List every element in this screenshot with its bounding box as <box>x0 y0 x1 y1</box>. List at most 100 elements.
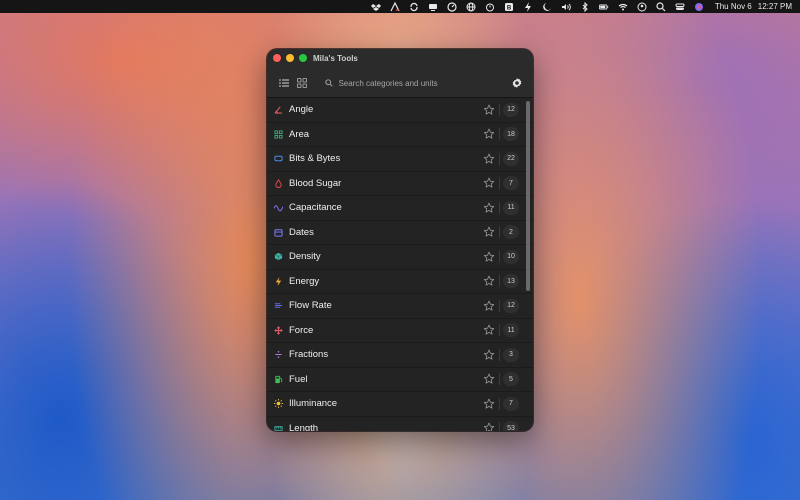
window-controls <box>273 54 307 62</box>
category-row[interactable]: Length 53 <box>267 416 533 431</box>
scrollbar[interactable] <box>526 101 530 291</box>
force-icon <box>273 325 283 335</box>
category-label: Force <box>289 324 314 336</box>
gear-icon <box>512 78 522 88</box>
search-icon[interactable] <box>652 0 671 13</box>
divider <box>499 103 500 116</box>
dropbox-icon[interactable] <box>367 0 386 13</box>
category-row[interactable]: Illuminance 7 <box>267 392 533 417</box>
cast-icon[interactable] <box>424 0 443 13</box>
fraction-icon <box>273 350 283 360</box>
category-row[interactable]: Force 11 <box>267 318 533 343</box>
svg-text:B: B <box>507 5 512 11</box>
menubar-time[interactable]: 12:27 PM <box>758 2 792 11</box>
moon-icon[interactable] <box>538 0 557 13</box>
category-row[interactable]: Flow Rate 12 <box>267 294 533 319</box>
menubar-date[interactable]: Thu Nov 6 <box>715 2 752 11</box>
divider <box>499 299 500 312</box>
menu-bar: B Thu Nov 6 12:27 PM <box>0 0 800 13</box>
app-window: Mila's Tools Angle 12 Area 18 Bits & Byt… <box>267 49 533 431</box>
category-label: Fractions <box>289 349 329 361</box>
grid-view-button[interactable] <box>293 73 311 93</box>
unit-count-badge: 11 <box>503 323 519 338</box>
grid-icon <box>297 78 308 88</box>
unit-count-badge: 53 <box>503 421 519 431</box>
category-row[interactable]: Fractions 3 <box>267 343 533 368</box>
favorite-star-icon[interactable] <box>482 348 496 362</box>
favorite-star-icon[interactable] <box>482 176 496 190</box>
ruler-icon <box>273 423 283 431</box>
category-row[interactable]: Angle 12 <box>267 98 533 123</box>
divider <box>499 275 500 288</box>
category-row[interactable]: Energy 13 <box>267 269 533 294</box>
settings-button[interactable] <box>508 73 525 93</box>
unit-count-badge: 2 <box>503 225 519 240</box>
favorite-star-icon[interactable] <box>482 397 496 411</box>
favorite-star-icon[interactable] <box>482 250 496 264</box>
bluetooth-icon[interactable] <box>576 0 595 13</box>
b-icon[interactable]: B <box>500 0 519 13</box>
timer-icon[interactable] <box>481 0 500 13</box>
flow-icon <box>273 301 283 311</box>
favorite-star-icon[interactable] <box>482 201 496 215</box>
divider <box>499 324 500 337</box>
favorite-star-icon[interactable] <box>482 274 496 288</box>
divider <box>499 152 500 165</box>
unit-count-badge: 18 <box>503 127 519 142</box>
gauge-icon[interactable] <box>443 0 462 13</box>
list-view-button[interactable] <box>275 73 293 93</box>
unit-count-badge: 22 <box>503 151 519 166</box>
favorite-star-icon[interactable] <box>482 421 496 431</box>
siri-icon[interactable] <box>690 0 709 13</box>
divider <box>499 226 500 239</box>
zoom-button[interactable] <box>299 54 307 62</box>
category-label: Blood Sugar <box>289 177 342 189</box>
search-field[interactable] <box>325 74 509 92</box>
favorite-star-icon[interactable] <box>482 323 496 337</box>
minimize-button[interactable] <box>286 54 294 62</box>
favorite-star-icon[interactable] <box>482 299 496 313</box>
category-label: Angle <box>289 104 314 116</box>
divider <box>499 373 500 386</box>
cube-icon <box>273 252 283 262</box>
category-label: Fuel <box>289 373 308 385</box>
favorite-star-icon[interactable] <box>482 152 496 166</box>
unit-count-badge: 12 <box>503 298 519 313</box>
unit-count-badge: 12 <box>503 102 519 117</box>
category-row[interactable]: Density 10 <box>267 245 533 270</box>
category-row[interactable]: Dates 2 <box>267 220 533 245</box>
favorite-star-icon[interactable] <box>482 225 496 239</box>
control-center-icon[interactable] <box>671 0 690 13</box>
divider <box>499 348 500 361</box>
sun-icon <box>273 399 283 409</box>
category-row[interactable]: Capacitance 11 <box>267 196 533 221</box>
globe-icon[interactable] <box>462 0 481 13</box>
category-label: Flow Rate <box>289 300 332 312</box>
user-icon[interactable] <box>633 0 652 13</box>
a-icon[interactable] <box>386 0 405 13</box>
title-bar: Mila's Tools <box>267 49 533 69</box>
category-label: Capacitance <box>289 202 342 214</box>
category-row[interactable]: Area 18 <box>267 122 533 147</box>
battery-icon[interactable] <box>595 0 614 13</box>
close-button[interactable] <box>273 54 281 62</box>
search-input[interactable] <box>338 78 509 88</box>
unit-count-badge: 7 <box>503 396 519 411</box>
toolbar <box>267 69 533 98</box>
category-label: Energy <box>289 275 320 287</box>
cloud-sync-icon[interactable] <box>405 0 424 13</box>
drop-icon <box>273 178 283 188</box>
wifi-icon[interactable] <box>614 0 633 13</box>
favorite-star-icon[interactable] <box>482 103 496 117</box>
calendar-icon <box>273 227 283 237</box>
bolt-icon[interactable] <box>519 0 538 13</box>
category-label: Dates <box>289 226 314 238</box>
unit-count-badge: 10 <box>503 249 519 264</box>
favorite-star-icon[interactable] <box>482 372 496 386</box>
category-row[interactable]: Fuel 5 <box>267 367 533 392</box>
category-row[interactable]: Bits & Bytes 22 <box>267 147 533 172</box>
volume-icon[interactable] <box>557 0 576 13</box>
category-row[interactable]: Blood Sugar 7 <box>267 171 533 196</box>
favorite-star-icon[interactable] <box>482 127 496 141</box>
category-label: Bits & Bytes <box>289 153 341 165</box>
